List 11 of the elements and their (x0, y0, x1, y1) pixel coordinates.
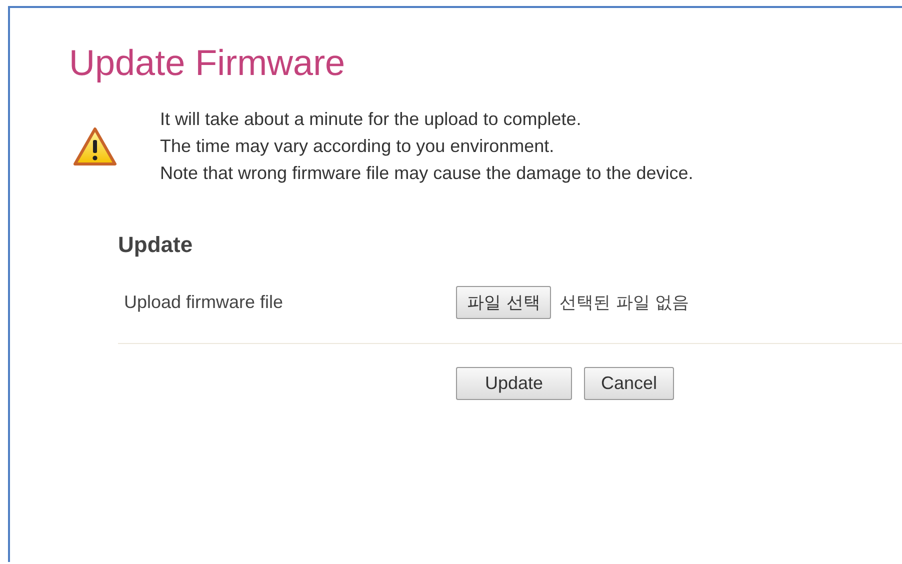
notice-text: It will take about a minute for the upload to complete. (160, 108, 582, 131)
update-button[interactable]: Update (456, 367, 572, 400)
notice-text: The time may vary according to you environment. (160, 135, 556, 158)
choose-file-button[interactable]: 파일 선택 (456, 286, 552, 318)
field-label: Upload firmware file (123, 292, 284, 312)
file-status: 선택된 파일 없음 (559, 292, 690, 314)
cancel-button[interactable]: Cancel (584, 367, 674, 400)
section-heading: Update (118, 231, 194, 259)
notice-text: Note that wrong firmware file may cause the damage to the device. (160, 162, 694, 185)
page-title: Update Firmware (69, 41, 346, 85)
warning-icon (73, 126, 117, 166)
